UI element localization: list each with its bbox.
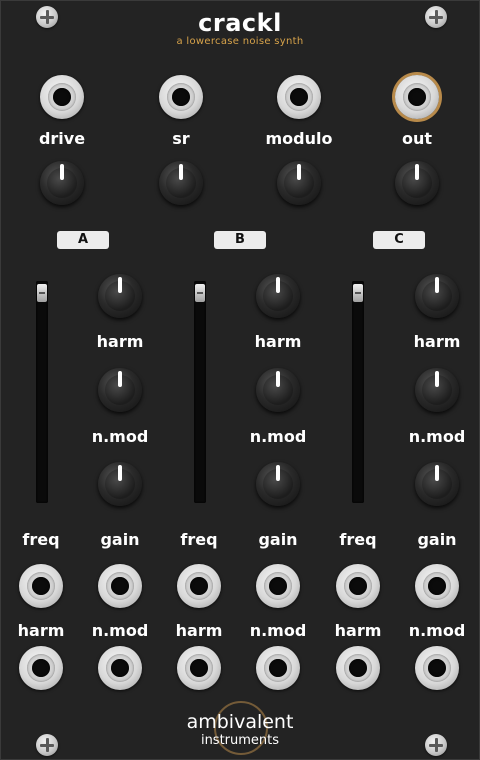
voice-b-badge: B (214, 231, 266, 249)
voice-c-badge: C (373, 231, 425, 249)
voice-c-nmod-knob[interactable] (415, 368, 459, 412)
module-subtitle: a lowercase noise synth (176, 36, 304, 47)
voice-c-gain-knob[interactable] (415, 462, 459, 506)
voice-b-nmod-label: n.mod (249, 427, 307, 446)
voice-a-harm-cv-jack[interactable] (19, 646, 63, 690)
voice-a-gain-label: gain (100, 530, 140, 549)
voice-a-nmod-label: n.mod (91, 427, 149, 446)
voice-c-freq-cv-jack[interactable] (336, 564, 380, 608)
brand-name: ambivalent (186, 711, 294, 733)
voice-a-harm-knob[interactable] (98, 274, 142, 318)
voice-a-freq-label: freq (22, 530, 60, 549)
voice-b-harm-cv-label: harm (175, 621, 223, 640)
module-panel: crackl a lowercase noise synth drive sr … (0, 0, 480, 760)
out-output-jack[interactable] (395, 75, 439, 119)
voice-a-harm-label: harm (96, 332, 144, 351)
voice-a-freq-slider-handle[interactable] (37, 284, 47, 302)
voice-c-freq-label: freq (339, 530, 377, 549)
voice-a-nmod-knob[interactable] (98, 368, 142, 412)
voice-c-harm-cv-label: harm (334, 621, 382, 640)
voice-a-nmod-cv-jack[interactable] (98, 646, 142, 690)
voice-b-gain-knob[interactable] (256, 462, 300, 506)
voice-c-harm-knob[interactable] (415, 274, 459, 318)
voice-b-freq-cv-jack[interactable] (177, 564, 221, 608)
voice-c-harm-label: harm (413, 332, 461, 351)
voice-b-freq-slider[interactable] (194, 281, 206, 503)
modulo-label: modulo (265, 129, 333, 148)
drive-label: drive (38, 129, 86, 148)
voice-b-nmod-knob[interactable] (256, 368, 300, 412)
voice-a-nmod-cv-label: n.mod (91, 621, 149, 640)
sr-label: sr (172, 129, 190, 148)
voice-b-harm-knob[interactable] (256, 274, 300, 318)
voice-c-freq-slider-handle[interactable] (353, 284, 363, 302)
voice-b-harm-cv-jack[interactable] (177, 646, 221, 690)
voice-c-gain-cv-jack[interactable] (415, 564, 459, 608)
voice-b-harm-label: harm (254, 332, 302, 351)
voice-a-badge: A (57, 231, 109, 249)
voice-c-freq-slider[interactable] (352, 281, 364, 503)
voice-c-nmod-cv-jack[interactable] (415, 646, 459, 690)
voice-c-gain-label: gain (417, 530, 457, 549)
modulo-knob[interactable] (277, 161, 321, 205)
voice-c-nmod-label: n.mod (408, 427, 466, 446)
voice-a-gain-cv-jack[interactable] (98, 564, 142, 608)
voice-a-gain-knob[interactable] (98, 462, 142, 506)
sr-input-jack[interactable] (159, 75, 203, 119)
out-level-knob[interactable] (395, 161, 439, 205)
voice-b-nmod-cv-jack[interactable] (256, 646, 300, 690)
out-label: out (401, 129, 433, 148)
voice-b-nmod-cv-label: n.mod (249, 621, 307, 640)
voice-b-freq-label: freq (180, 530, 218, 549)
voice-a-freq-cv-jack[interactable] (19, 564, 63, 608)
voice-b-gain-cv-jack[interactable] (256, 564, 300, 608)
drive-input-jack[interactable] (40, 75, 84, 119)
sr-knob[interactable] (159, 161, 203, 205)
module-title: crackl (198, 9, 282, 37)
voice-a-freq-slider[interactable] (36, 281, 48, 503)
drive-knob[interactable] (40, 161, 84, 205)
voice-c-nmod-cv-label: n.mod (408, 621, 466, 640)
voice-c-harm-cv-jack[interactable] (336, 646, 380, 690)
voice-b-freq-slider-handle[interactable] (195, 284, 205, 302)
modulo-input-jack[interactable] (277, 75, 321, 119)
voice-a-harm-cv-label: harm (17, 621, 65, 640)
brand-subtitle: instruments (200, 733, 280, 748)
voice-b-gain-label: gain (258, 530, 298, 549)
